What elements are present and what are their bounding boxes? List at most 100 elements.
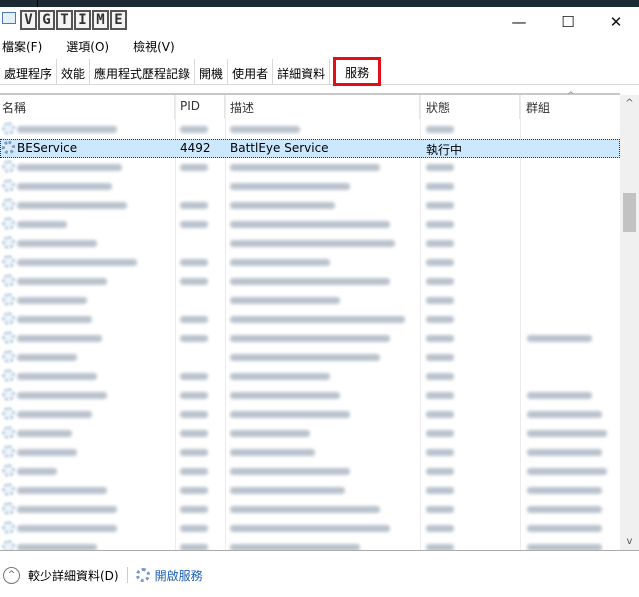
menu-options[interactable]: 選項(O) (64, 38, 111, 56)
obscured-text (17, 126, 117, 133)
obscured-text (527, 487, 602, 494)
obscured-text (230, 430, 310, 437)
table-row-obscured[interactable] (0, 196, 620, 215)
scroll-down-icon[interactable]: v (620, 536, 639, 547)
maximize-button[interactable]: ☐ (545, 7, 591, 37)
table-row-obscured[interactable] (0, 120, 620, 139)
service-description: BattlEye Service (230, 141, 329, 155)
column-pid[interactable]: PID (175, 95, 225, 119)
fewer-details-link[interactable]: 較少詳細資料(D) (28, 567, 119, 584)
obscured-text (230, 221, 390, 228)
scroll-up-icon[interactable]: ^ (620, 98, 639, 109)
table-row-obscured[interactable] (0, 500, 620, 519)
tab-details[interactable]: 詳細資料 (273, 59, 331, 84)
obscured-text (426, 468, 454, 475)
table-row-obscured[interactable] (0, 348, 620, 367)
service-gear-icon (2, 122, 15, 135)
obscured-text (180, 411, 208, 418)
table-row-obscured[interactable] (0, 158, 620, 177)
obscured-text (180, 335, 208, 342)
table-row-obscured[interactable] (0, 424, 620, 443)
service-name: BEService (17, 141, 78, 155)
obscured-text (426, 221, 454, 228)
obscured-text (180, 316, 208, 323)
service-gear-icon (2, 445, 15, 458)
minimize-button[interactable]: — (496, 7, 542, 37)
service-gear-icon (2, 198, 15, 211)
table-row-obscured[interactable] (0, 481, 620, 500)
obscured-text (426, 316, 454, 323)
table-row-obscured[interactable] (0, 386, 620, 405)
table-row-obscured[interactable] (0, 538, 620, 550)
obscured-text (17, 183, 112, 190)
obscured-text (17, 278, 107, 285)
service-gear-icon (2, 407, 15, 420)
obscured-text (426, 278, 454, 285)
service-pid: 4492 (180, 141, 211, 155)
obscured-text (180, 430, 208, 437)
vertical-scrollbar[interactable] (620, 95, 639, 550)
obscured-text (230, 202, 335, 209)
table-row-obscured[interactable] (0, 272, 620, 291)
obscured-text (230, 373, 330, 380)
table-row-obscured[interactable] (0, 291, 620, 310)
table-row-obscured[interactable] (0, 367, 620, 386)
obscured-text (527, 392, 592, 399)
open-services-link[interactable]: 開啟服務 (155, 567, 203, 584)
obscured-text (230, 487, 345, 494)
obscured-text (17, 525, 117, 532)
obscured-text (426, 525, 454, 532)
service-gear-icon (2, 369, 15, 382)
scrollbar-thumb[interactable] (623, 193, 636, 232)
chevron-up-icon[interactable]: ^ (3, 566, 20, 584)
service-gear-icon (2, 521, 15, 534)
tab-processes[interactable]: 處理程序 (0, 59, 58, 84)
column-status[interactable]: 狀態 (420, 95, 520, 119)
tab-services[interactable]: 服務 (333, 57, 382, 86)
obscured-text (17, 335, 102, 342)
table-row-obscured[interactable] (0, 253, 620, 272)
table-row-selected[interactable]: BEService 4492 BattlEye Service 執行中 (0, 139, 620, 158)
obscured-text (180, 449, 208, 456)
service-gear-icon (2, 236, 15, 249)
table-row-obscured[interactable] (0, 462, 620, 481)
service-gear-icon (2, 160, 15, 173)
tab-startup[interactable]: 開機 (195, 59, 229, 84)
obscured-text (180, 392, 208, 399)
table-row-obscured[interactable] (0, 519, 620, 538)
obscured-text (17, 297, 87, 304)
table-row-obscured[interactable] (0, 234, 620, 253)
table-row-obscured[interactable] (0, 329, 620, 348)
obscured-text (17, 430, 72, 437)
menu-view[interactable]: 檢視(V) (131, 38, 177, 56)
service-gear-icon (2, 331, 15, 344)
service-gear-icon (2, 350, 15, 363)
obscured-text (426, 373, 454, 380)
obscured-text (230, 449, 315, 456)
menu-file[interactable]: 檔案(F) (0, 38, 44, 56)
watermark-logo: VGTIME (20, 10, 127, 30)
column-name[interactable]: 名稱 (0, 95, 175, 119)
obscured-text (180, 373, 208, 380)
tab-users[interactable]: 使用者 (228, 59, 274, 84)
obscured-text (527, 430, 607, 437)
obscured-text (230, 126, 300, 133)
close-button[interactable]: ✕ (593, 7, 639, 37)
obscured-text (426, 126, 454, 133)
obscured-text (230, 335, 390, 342)
obscured-text (17, 164, 122, 171)
tab-app-history[interactable]: 應用程式歷程記錄 (90, 59, 196, 84)
obscured-text (180, 259, 208, 266)
obscured-text (180, 506, 208, 513)
table-row-obscured[interactable] (0, 310, 620, 329)
obscured-text (17, 259, 137, 266)
table-row-obscured[interactable] (0, 443, 620, 462)
obscured-text (180, 202, 208, 209)
tab-performance[interactable]: 效能 (57, 59, 91, 84)
table-row-obscured[interactable] (0, 177, 620, 196)
table-row-obscured[interactable] (0, 215, 620, 234)
obscured-text (17, 202, 127, 209)
table-row-obscured[interactable] (0, 405, 620, 424)
column-description[interactable]: 描述 (225, 95, 420, 119)
obscured-text (230, 183, 350, 190)
